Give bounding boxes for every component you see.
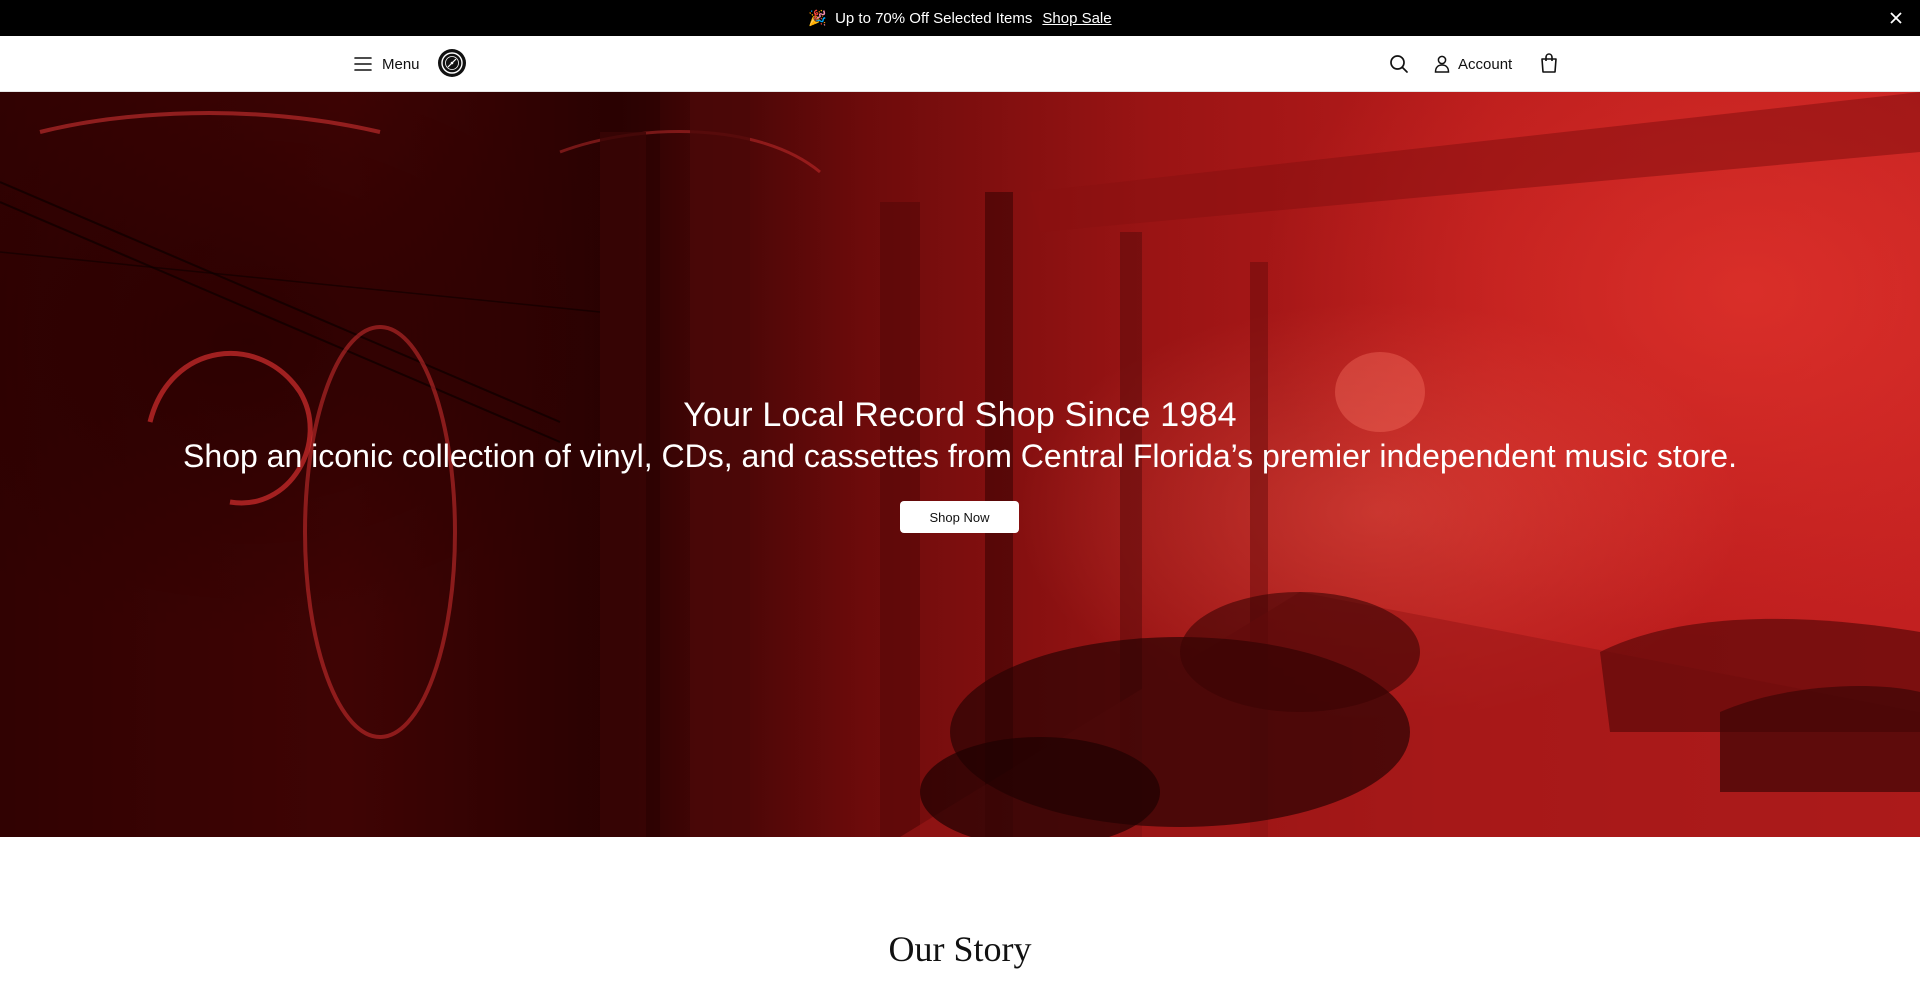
menu-button[interactable]: Menu [354,52,420,76]
account-button[interactable]: Account [1434,52,1512,76]
record-logo-icon [441,52,463,74]
site-header: Menu Account [0,36,1920,92]
hero-banner: Your Local Record Shop Since 1984 Shop a… [0,92,1920,837]
cart-button[interactable] [1539,52,1561,74]
close-icon [1890,12,1902,24]
logo-icon[interactable] [438,49,466,77]
close-announcement-button[interactable] [1886,8,1906,28]
announcement-message: 🎉 Up to 70% Off Selected Items Shop Sale [808,9,1111,28]
hero-text-block: Your Local Record Shop Since 1984 Shop a… [0,394,1920,476]
shop-sale-link[interactable]: Shop Sale [1042,10,1111,27]
party-popper-icon: 🎉 [808,10,828,27]
our-story-heading: Our Story [888,929,1032,969]
menu-icon [354,57,372,71]
hero-subtitle: Shop an iconic collection of vinyl, CDs,… [183,438,1737,474]
shopping-bag-icon [1541,53,1557,73]
menu-label: Menu [382,55,420,73]
account-label: Account [1458,55,1513,73]
search-button[interactable] [1388,53,1410,75]
hero-title: Your Local Record Shop Since 1984 [683,396,1237,434]
announcement-bar: 🎉 Up to 70% Off Selected Items Shop Sale [0,0,1920,36]
shop-now-button[interactable]: Shop Now [900,501,1019,533]
announcement-text: Up to 70% Off Selected Items [835,9,1033,27]
user-icon [1434,55,1450,73]
search-icon [1390,55,1408,73]
